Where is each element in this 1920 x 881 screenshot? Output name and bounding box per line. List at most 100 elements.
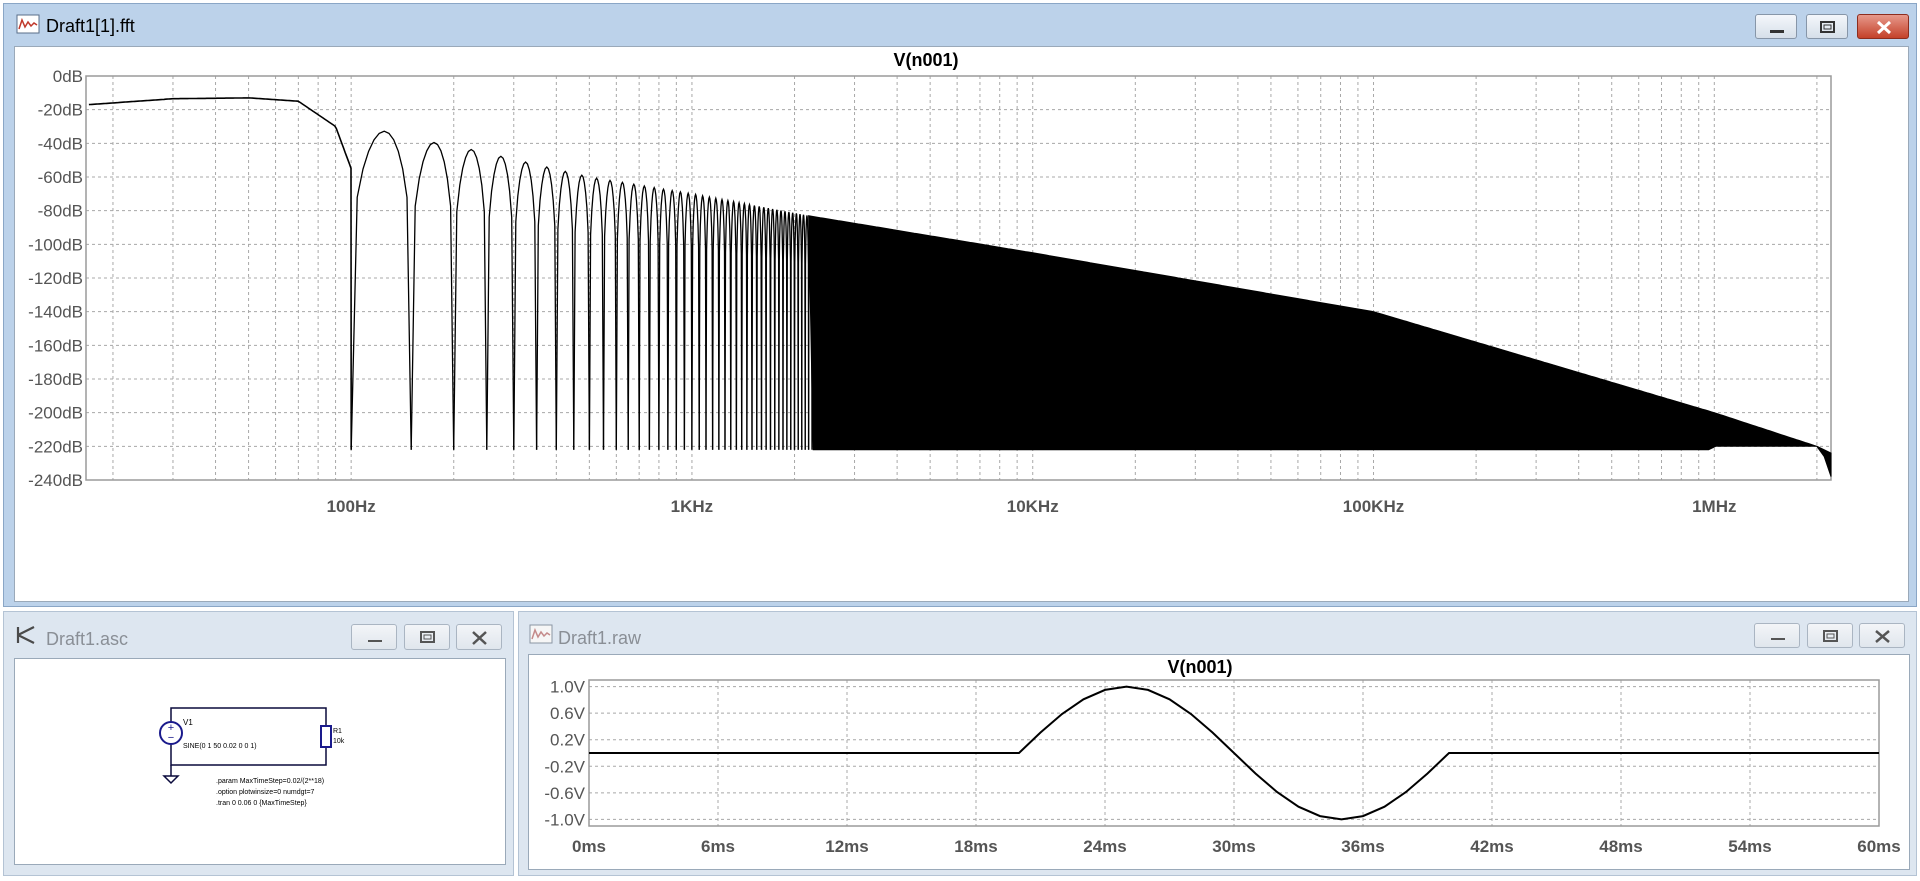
restore-icon [420, 631, 435, 643]
fft-side-lobe [683, 191, 693, 450]
fft-side-lobe [555, 170, 575, 450]
y-tick-label: 1.0V [550, 678, 586, 697]
y-tick-label: -0.6V [544, 784, 585, 803]
waveform-plot-area[interactable]: V(n001) 1.0V 0.6V 0.2V -0.2V -0.6V -1.0V 0ms 6… [528, 654, 1910, 870]
x-tick-label: 42ms [1470, 837, 1513, 856]
close-button[interactable] [1857, 14, 1909, 39]
close-icon [472, 631, 487, 645]
y-tick-label: 0.2V [550, 731, 586, 750]
spice-directive: .tran 0 0.06 0 {MaxTimeStep} [216, 800, 307, 807]
y-tick-label: -180dB [28, 370, 83, 389]
x-tick-label: 30ms [1212, 837, 1255, 856]
fft-window-titlebar[interactable]: Draft1[1].fft [4, 4, 1916, 46]
x-tick-label: 6ms [701, 837, 735, 856]
maximize-button[interactable] [1807, 623, 1853, 648]
fft-side-lobe [638, 184, 651, 450]
maximize-button[interactable] [404, 624, 450, 650]
fft-side-lobe [774, 209, 780, 450]
resistor-symbol [320, 725, 332, 748]
fft-side-lobe [648, 185, 660, 450]
minimize-icon [368, 640, 382, 642]
fft-side-lobe [705, 194, 714, 450]
resistor-value: 10k [333, 738, 345, 745]
x-tick-label: 1KHz [671, 497, 714, 516]
y-tick-label: -20dB [38, 101, 83, 120]
ground-symbol [162, 775, 180, 785]
minimize-icon [1771, 638, 1785, 640]
x-tick-label: 36ms [1341, 837, 1384, 856]
x-tick-label: 100KHz [1343, 497, 1404, 516]
fft-side-lobe [711, 195, 720, 450]
minimize-button[interactable] [1755, 14, 1797, 39]
spice-directive: .param MaxTimeStep=0.02/(2**18) [216, 778, 324, 785]
x-tick-label: 0ms [572, 837, 606, 856]
fft-dense-region [808, 215, 1832, 477]
fft-side-lobe [350, 130, 412, 450]
y-tick-label: -240dB [28, 471, 83, 490]
close-button[interactable] [456, 624, 502, 650]
close-icon [1875, 630, 1890, 643]
fft-side-lobe [760, 207, 767, 450]
waveform-window-titlebar[interactable]: Draft1.raw [519, 612, 1916, 652]
y-tick-label: -0.2V [544, 757, 585, 776]
y-tick-label: -100dB [28, 235, 83, 254]
fft-side-lobe [588, 176, 605, 450]
x-tick-label: 48ms [1599, 837, 1642, 856]
fft-side-lobe [535, 166, 557, 450]
y-tick-label: 0dB [53, 67, 83, 86]
x-tick-label: 60ms [1857, 837, 1900, 856]
fft-side-lobe [778, 210, 784, 450]
maximize-button[interactable] [1806, 14, 1848, 39]
waveform-app-icon [16, 14, 40, 34]
fft-side-lobe [486, 155, 515, 450]
waveform-app-icon [529, 624, 553, 644]
fft-side-lobe [513, 161, 538, 450]
fft-window-title: Draft1[1].fft [46, 16, 135, 36]
transient-plot[interactable]: V(n001) 1.0V 0.6V 0.2V -0.2V -0.6V -1.0V 0ms 6… [529, 655, 1909, 869]
y-tick-label: -80dB [38, 202, 83, 221]
fft-side-lobe [765, 207, 772, 450]
fft-side-lobe [769, 208, 776, 450]
schematic-app-icon [16, 626, 35, 644]
fft-side-lobe [667, 188, 677, 450]
fft-side-lobe [627, 182, 640, 450]
resistor-label: R1 [333, 728, 342, 735]
voltage-source-symbol: + − [159, 721, 183, 745]
minimize-button[interactable] [351, 624, 397, 650]
source-label: V1 [183, 718, 193, 727]
fft-side-lobe [698, 193, 707, 450]
x-tick-label: 10KHz [1007, 497, 1059, 516]
y-tick-label: 0.6V [550, 704, 586, 723]
fft-plot-area[interactable]: V(n001) 0dB -20dB -40dB -60dB -80dB -100dB -12… [14, 46, 1909, 602]
minimize-button[interactable] [1754, 623, 1800, 648]
fft-side-lobe [691, 192, 700, 450]
y-tick-label: -160dB [28, 336, 83, 355]
y-tick-label: -200dB [28, 404, 83, 423]
source-value: SINE(0 1 50 0.02 0 0 1) [183, 743, 257, 750]
y-tick-label: -60dB [38, 168, 83, 187]
fft-side-lobe [453, 148, 488, 450]
transient-y-axis-labels: 1.0V 0.6V 0.2V -0.2V -0.6V -1.0V [544, 678, 585, 830]
close-button[interactable] [1859, 623, 1905, 648]
fft-main-lobe [88, 97, 353, 450]
fft-x-axis-labels: 100Hz 1KHz 10KHz 100KHz 1MHz [327, 497, 1737, 516]
y-tick-label: -120dB [28, 269, 83, 288]
restore-icon [1823, 630, 1838, 642]
waveform-window[interactable]: Draft1.raw V(n001) 1.0V 0.6V 0.2V -0.2V -0.6… [518, 611, 1917, 876]
schematic-window[interactable]: Draft1.asc + − V1 SINE(0 1 50 0.02 0 0 1… [3, 611, 514, 876]
x-tick-label: 18ms [954, 837, 997, 856]
fft-plot[interactable]: V(n001) 0dB -20dB -40dB -60dB -80dB -100dB -12… [15, 47, 1908, 601]
y-tick-label: -1.0V [544, 810, 585, 829]
fft-window[interactable]: Draft1[1].fft V(n001) 0dB -20dB -40dB -60dB… [3, 3, 1917, 607]
svg-text:−: − [168, 732, 174, 744]
fft-trace [88, 97, 1832, 477]
fft-side-lobe [782, 211, 788, 450]
x-tick-label: 12ms [825, 837, 868, 856]
schematic-window-titlebar[interactable]: Draft1.asc [4, 612, 513, 654]
waveform-window-title: Draft1.raw [558, 628, 642, 648]
schematic-drawing[interactable]: + − V1 SINE(0 1 50 0.02 0 0 1) R1 10k .p… [15, 659, 505, 864]
fft-side-lobe [658, 187, 669, 450]
fft-plot-title: V(n001) [893, 50, 958, 70]
fft-side-lobe [756, 206, 763, 450]
schematic-canvas[interactable]: + − V1 SINE(0 1 50 0.02 0 0 1) R1 10k .p… [14, 658, 506, 865]
